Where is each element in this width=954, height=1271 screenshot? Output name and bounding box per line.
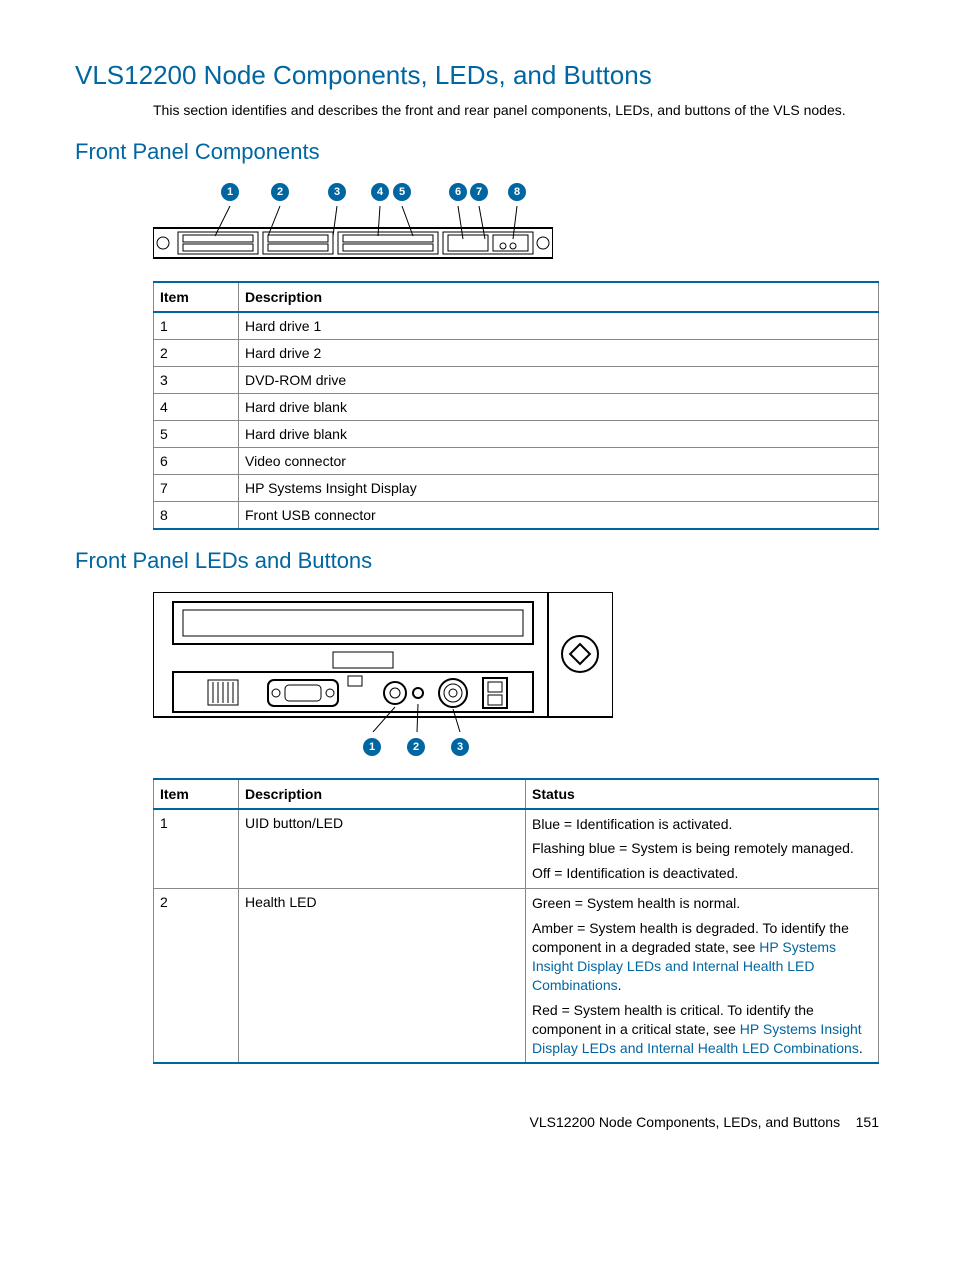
callout2-1: 1 <box>363 738 381 756</box>
callout-8: 8 <box>508 183 526 201</box>
cell-desc: Hard drive blank <box>239 420 879 447</box>
cell-desc: UID button/LED <box>239 809 526 889</box>
cell-item: 3 <box>154 366 239 393</box>
status-line: Flashing blue = System is being remotely… <box>532 839 872 858</box>
callout-6: 6 <box>449 183 467 201</box>
table-row: 1UID button/LEDBlue = Identification is … <box>154 809 879 889</box>
table2-header-status: Status <box>526 779 879 809</box>
callout-4: 4 <box>371 183 389 201</box>
cell-item: 6 <box>154 447 239 474</box>
callout-2: 2 <box>271 183 289 201</box>
table1-header-desc: Description <box>239 282 879 312</box>
table-row: 5Hard drive blank <box>154 420 879 447</box>
cell-item: 8 <box>154 501 239 529</box>
front-panel-diagram: 1 2 3 4 5 6 7 8 <box>153 183 879 261</box>
cell-status: Green = System health is normal. Amber = … <box>526 889 879 1064</box>
heading-front-panel-components: Front Panel Components <box>75 139 879 165</box>
table2-header-desc: Description <box>239 779 526 809</box>
front-chassis-illustration <box>153 206 553 261</box>
table2-header-item: Item <box>154 779 239 809</box>
footer-page-number: 151 <box>856 1114 879 1130</box>
status-line: Amber = System health is degraded. To id… <box>532 919 872 995</box>
cross-reference-link[interactable]: HP Systems Insight Display LEDs and Inte… <box>532 1021 862 1056</box>
table-row: 2Health LEDGreen = System health is norm… <box>154 889 879 1064</box>
cell-status: Blue = Identification is activated. Flash… <box>526 809 879 889</box>
callout-5: 5 <box>393 183 411 201</box>
cell-item: 2 <box>154 889 239 1064</box>
callout-3: 3 <box>328 183 346 201</box>
table-row: 7HP Systems Insight Display <box>154 474 879 501</box>
callout-1: 1 <box>221 183 239 201</box>
cell-desc: Hard drive blank <box>239 393 879 420</box>
callout2-3: 3 <box>451 738 469 756</box>
status-line: Off = Identification is deactivated. <box>532 864 872 883</box>
leds-chassis-illustration <box>153 592 613 732</box>
heading-main: VLS12200 Node Components, LEDs, and Butt… <box>75 60 879 91</box>
table-row: 2Hard drive 2 <box>154 339 879 366</box>
front-panel-leds-diagram: 1 2 3 <box>153 592 879 758</box>
status-line: Blue = Identification is activated. <box>532 815 872 834</box>
cell-item: 1 <box>154 312 239 340</box>
cell-desc: Health LED <box>239 889 526 1064</box>
cell-item: 5 <box>154 420 239 447</box>
cell-desc: Video connector <box>239 447 879 474</box>
front-panel-components-table: Item Description 1Hard drive 12Hard driv… <box>153 281 879 530</box>
cell-item: 7 <box>154 474 239 501</box>
cell-item: 2 <box>154 339 239 366</box>
cross-reference-link[interactable]: HP Systems Insight Display LEDs and Inte… <box>532 939 836 993</box>
table-row: 1Hard drive 1 <box>154 312 879 340</box>
intro-paragraph: This section identifies and describes th… <box>153 101 879 121</box>
table-row: 8Front USB connector <box>154 501 879 529</box>
status-line: Red = System health is critical. To iden… <box>532 1001 872 1058</box>
cell-desc: HP Systems Insight Display <box>239 474 879 501</box>
table-row: 6Video connector <box>154 447 879 474</box>
callout2-2: 2 <box>407 738 425 756</box>
heading-front-panel-leds: Front Panel LEDs and Buttons <box>75 548 879 574</box>
table-row: 3DVD-ROM drive <box>154 366 879 393</box>
cell-item: 4 <box>154 393 239 420</box>
cell-desc: DVD-ROM drive <box>239 366 879 393</box>
front-panel-leds-table: Item Description Status 1UID button/LEDB… <box>153 778 879 1065</box>
table1-header-item: Item <box>154 282 239 312</box>
cell-desc: Hard drive 1 <box>239 312 879 340</box>
callout-7: 7 <box>470 183 488 201</box>
status-line: Green = System health is normal. <box>532 894 872 913</box>
footer-title: VLS12200 Node Components, LEDs, and Butt… <box>530 1114 841 1130</box>
cell-desc: Front USB connector <box>239 501 879 529</box>
page-footer: VLS12200 Node Components, LEDs, and Butt… <box>75 1114 879 1130</box>
cell-desc: Hard drive 2 <box>239 339 879 366</box>
cell-item: 1 <box>154 809 239 889</box>
table-row: 4Hard drive blank <box>154 393 879 420</box>
